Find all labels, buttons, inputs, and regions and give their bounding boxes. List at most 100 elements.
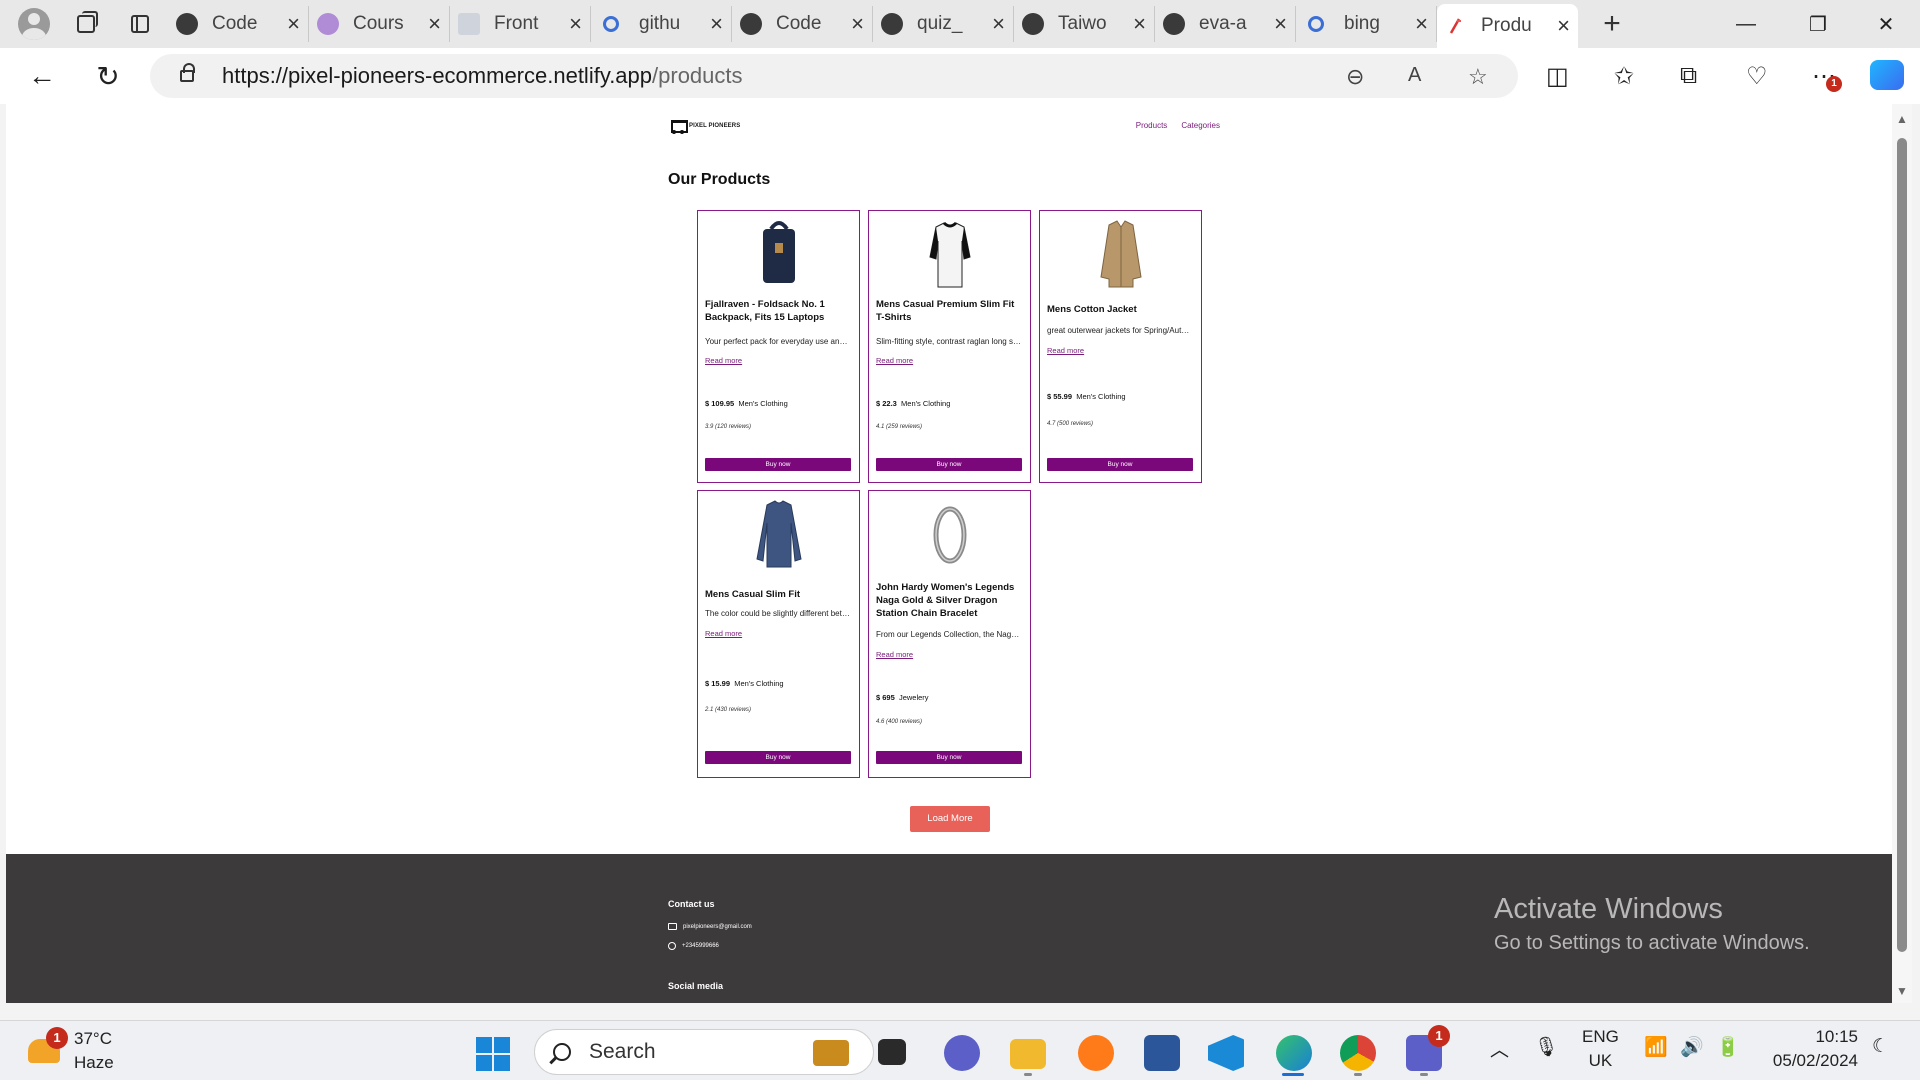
close-icon[interactable]: ×: [569, 11, 582, 37]
price-row: $ 55.99 Men's Clothing: [1047, 392, 1126, 401]
start-button[interactable]: [476, 1037, 510, 1071]
watermark-line1: Activate Windows: [1494, 893, 1723, 925]
buy-now-button[interactable]: Buy now: [705, 458, 851, 471]
favorite-star-icon[interactable]: ☆: [1468, 64, 1488, 90]
zoom-out-icon[interactable]: ⊖: [1346, 64, 1364, 90]
scrollbar-thumb[interactable]: [1897, 138, 1907, 952]
copilot-icon[interactable]: [1870, 60, 1904, 90]
close-icon[interactable]: ×: [1274, 11, 1287, 37]
product-card: John Hardy Women's Legends Naga Gold & S…: [868, 490, 1031, 778]
firefox-icon[interactable]: [1078, 1035, 1114, 1071]
contact-email[interactable]: pixelpioneers@gmail.com: [668, 923, 752, 930]
nav-categories-link[interactable]: Categories: [1181, 121, 1220, 130]
rating-value: 2.1: [705, 707, 714, 713]
page-icon: [1445, 15, 1467, 37]
backpack-image: [762, 221, 795, 283]
cart-logo-icon: [668, 118, 688, 134]
chat-app-icon[interactable]: [944, 1035, 980, 1071]
read-more-link[interactable]: Read more: [705, 356, 742, 365]
vscode-icon[interactable]: [1208, 1035, 1244, 1071]
tab-github-search[interactable]: githu ×: [591, 6, 732, 42]
browser-essentials-icon[interactable]: ♡: [1746, 62, 1768, 91]
battery-icon[interactable]: 🔋: [1716, 1035, 1740, 1059]
mail-icon: [668, 923, 677, 930]
chrome-icon[interactable]: [1340, 1035, 1376, 1071]
tab-title: githu: [639, 13, 681, 34]
new-tab-button[interactable]: +: [1592, 7, 1632, 41]
address-bar[interactable]: https://pixel-pioneers-ecommerce.netlify…: [150, 54, 1518, 98]
jacket-image: [1099, 220, 1142, 288]
read-more-link[interactable]: Read more: [876, 356, 913, 365]
word-icon[interactable]: [1144, 1035, 1180, 1071]
active-indicator: [1282, 1073, 1304, 1076]
collections-icon[interactable]: ⧉: [1680, 62, 1697, 90]
contact-phone[interactable]: +2345999666: [668, 942, 719, 950]
microphone-icon[interactable]: 🎙: [1534, 1035, 1558, 1059]
file-explorer-icon[interactable]: [1010, 1039, 1046, 1069]
close-icon[interactable]: ×: [428, 11, 441, 37]
tab-quiz[interactable]: quiz_ ×: [873, 6, 1014, 42]
url-text[interactable]: https://pixel-pioneers-ecommerce.netlify…: [222, 63, 743, 89]
input-language[interactable]: ENG UK: [1582, 1025, 1619, 1073]
phone-text: +2345999666: [682, 943, 719, 949]
scroll-down-arrow-icon[interactable]: ▼: [1896, 984, 1908, 998]
lang-line1: ENG: [1582, 1027, 1619, 1046]
page-scrollbar[interactable]: ▲ ▼: [1892, 104, 1912, 1003]
read-more-link[interactable]: Read more: [876, 650, 913, 659]
workspaces-icon[interactable]: [68, 6, 104, 42]
split-screen-icon[interactable]: ◫: [1546, 62, 1569, 91]
tab-code-1[interactable]: Code ×: [168, 6, 309, 42]
vertical-tabs-icon[interactable]: [122, 6, 158, 42]
weather-widget[interactable]: 1 37°C Haze: [28, 1027, 114, 1075]
edge-browser-icon[interactable]: [1276, 1035, 1312, 1071]
back-button[interactable]: ←: [20, 54, 64, 98]
load-more-button[interactable]: Load More: [910, 806, 990, 832]
scroll-up-arrow-icon[interactable]: ▲: [1896, 112, 1908, 126]
price-row: $ 695 Jewelery: [876, 693, 929, 702]
tab-title: Front: [494, 13, 539, 34]
site-logo[interactable]: PIXEL PIONEERS: [668, 118, 740, 134]
tab-course[interactable]: Cours ×: [309, 6, 450, 42]
close-icon[interactable]: ×: [287, 11, 300, 37]
close-icon[interactable]: ×: [851, 11, 864, 37]
wifi-icon[interactable]: 📶: [1644, 1035, 1668, 1059]
read-more-link[interactable]: Read more: [705, 629, 742, 638]
tab-front[interactable]: Front ×: [450, 6, 591, 42]
close-icon[interactable]: ×: [1415, 11, 1428, 37]
minimize-button[interactable]: —: [1712, 0, 1780, 48]
tab-code-2[interactable]: Code ×: [732, 6, 873, 42]
buy-now-button[interactable]: Buy now: [876, 458, 1022, 471]
tab-taiwo[interactable]: Taiwo ×: [1014, 6, 1155, 42]
rating-value: 4.1: [876, 424, 885, 430]
profile-avatar-icon[interactable]: [18, 8, 50, 40]
volume-icon[interactable]: 🔊: [1680, 1035, 1704, 1059]
tab-eva[interactable]: eva-a ×: [1155, 6, 1296, 42]
close-icon[interactable]: ×: [710, 11, 723, 37]
notifications-moon-icon[interactable]: ☾: [1872, 1035, 1889, 1058]
price-row: $ 15.99 Men's Clothing: [705, 679, 784, 688]
favorites-icon[interactable]: ✩: [1614, 62, 1634, 91]
system-clock[interactable]: 10:15 05/02/2024: [1762, 1025, 1858, 1073]
read-aloud-icon[interactable]: A: [1408, 64, 1421, 87]
close-icon[interactable]: ×: [1557, 13, 1570, 39]
terminal-app-icon[interactable]: [878, 1039, 906, 1065]
close-icon[interactable]: ×: [992, 11, 1005, 37]
github-icon: [176, 13, 198, 35]
nav-products-link[interactable]: Products: [1136, 121, 1168, 130]
tab-bing[interactable]: bing ×: [1296, 6, 1437, 42]
close-window-button[interactable]: ✕: [1852, 0, 1920, 48]
read-more-link[interactable]: Read more: [1047, 346, 1084, 355]
lock-icon[interactable]: [180, 63, 195, 82]
show-hidden-icons-icon[interactable]: ︿: [1490, 1035, 1509, 1062]
buy-now-button[interactable]: Buy now: [705, 751, 851, 764]
product-category: Men's Clothing: [738, 399, 788, 408]
taskbar-search[interactable]: Search: [534, 1029, 874, 1075]
buy-now-button[interactable]: Buy now: [876, 751, 1022, 764]
tab-products[interactable]: Produ ×: [1437, 4, 1578, 48]
url-path: /products: [652, 63, 743, 88]
restore-button[interactable]: ❐: [1784, 0, 1852, 48]
buy-now-button[interactable]: Buy now: [1047, 458, 1193, 471]
close-icon[interactable]: ×: [1133, 11, 1146, 37]
review-count: (400 reviews): [886, 719, 923, 725]
refresh-button[interactable]: ↻: [86, 54, 130, 98]
